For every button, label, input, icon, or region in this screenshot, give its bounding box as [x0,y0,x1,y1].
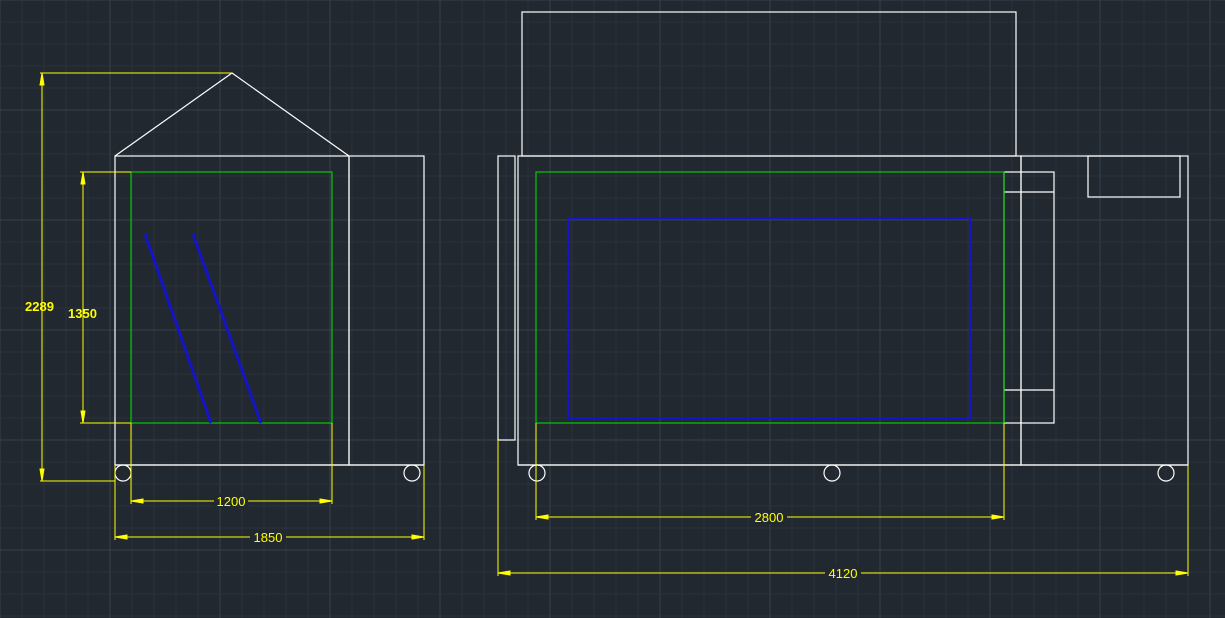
drawing-background [0,0,1225,618]
dim-1350-label: 1350 [68,306,97,321]
dim-4120-label: 4120 [829,566,858,581]
dim-2800-label: 2800 [755,510,784,525]
dim-1200-label: 1200 [217,494,246,509]
dim-1850-label: 1850 [254,530,283,545]
cad-drawing-canvas[interactable]: 2289 1350 1200 1850 2800 4120 [0,0,1225,618]
dim-2289-label: 2289 [25,299,54,314]
